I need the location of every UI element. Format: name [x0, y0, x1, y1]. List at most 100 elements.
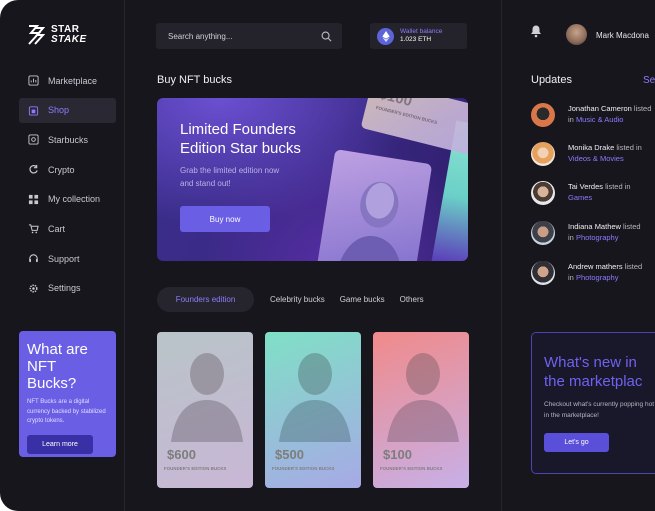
bag-icon	[28, 105, 39, 116]
grid-icon	[28, 194, 39, 205]
sidebar-item-shop[interactable]: Shop	[19, 97, 116, 123]
star-box-icon	[28, 134, 39, 145]
sidebar: STAR STAKE Marketplace Shop Starbucks Cr…	[0, 0, 125, 511]
update-verb: listed	[633, 104, 652, 113]
search-icon[interactable]	[321, 31, 332, 42]
sidebar-item-my-collection[interactable]: My collection	[19, 187, 116, 212]
nft-caption: FOUNDER'S EDITION BUCKS	[164, 466, 227, 471]
update-category[interactable]: Videos & Movies	[568, 154, 624, 163]
nft-card[interactable]: $600 FOUNDER'S EDITION BUCKS	[157, 332, 253, 488]
sidebar-item-label: My collection	[48, 194, 101, 205]
avatar	[531, 103, 555, 127]
bell-icon[interactable]	[530, 24, 542, 38]
update-text: Monika Drake listed in Videos & Movies	[568, 142, 642, 164]
learn-more-button[interactable]: Learn more	[27, 434, 93, 454]
tab-others[interactable]: Others	[400, 295, 424, 304]
whats-new-title-line1: What's new in	[544, 354, 637, 371]
sidebar-item-label: Cart	[48, 223, 66, 234]
avatar	[531, 261, 555, 285]
update-text: Jonathan Cameron listed in Music & Audio	[568, 103, 651, 125]
sidebar-item-support[interactable]: Support	[19, 246, 116, 271]
update-verb: listed	[623, 222, 641, 231]
wallet-balance[interactable]: Wallet balance 1.023 ETH	[370, 23, 467, 49]
update-text: Tai Verdes listed in Games	[568, 181, 631, 203]
hero-card-portrait	[315, 149, 433, 261]
promo-title: What are NFT Bucks?	[27, 341, 88, 392]
list-item[interactable]: Monika Drake listed in Videos & Movies	[531, 142, 642, 166]
hero-card-small: $100 FOUNDER'S EDITION BUCKS	[360, 98, 468, 155]
hero-title-line1: Limited Founders	[180, 121, 296, 138]
search-bar[interactable]	[156, 23, 342, 49]
search-input[interactable]	[168, 31, 308, 41]
avatar	[531, 181, 555, 205]
sidebar-item-label: Marketplace	[48, 75, 98, 86]
main-content: Wallet balance 1.023 ETH Buy NFT bucks $…	[126, 0, 500, 511]
updates-title: Updates	[531, 74, 572, 86]
update-user-name: Jonathan Cameron	[568, 104, 632, 113]
portrait-image	[279, 353, 351, 442]
sidebar-item-label: Support	[48, 253, 80, 264]
whats-new-title-line2: the marketplac	[544, 373, 643, 390]
hero-subtitle-line2: and stand out!	[180, 179, 231, 188]
wallet-value: 1.023 ETH	[400, 36, 432, 43]
nft-bucks-promo-card: What are NFT Bucks? NFT Bucks are a digi…	[19, 331, 116, 457]
update-verb: listed	[624, 262, 643, 271]
logo-mark-icon	[28, 25, 45, 45]
update-category[interactable]: Photography	[576, 273, 619, 282]
nft-price: $500	[275, 447, 304, 462]
sidebar-item-label: Crypto	[48, 164, 75, 175]
user-name[interactable]: Mark Macdona	[596, 31, 649, 40]
tab-celebrity-bucks[interactable]: Celebrity bucks	[270, 295, 325, 304]
cart-icon	[28, 223, 39, 234]
list-item[interactable]: Tai Verdes listed in Games	[531, 181, 631, 205]
update-category[interactable]: Music & Audio	[576, 115, 624, 124]
nft-card[interactable]: $500 FOUNDER'S EDITION BUCKS	[265, 332, 361, 488]
sidebar-nav: Marketplace Shop Starbucks Crypto My col…	[19, 68, 116, 306]
ethereum-icon	[377, 27, 394, 45]
update-text: Andrew mathers listed in Photography	[568, 261, 642, 283]
avatar[interactable]	[566, 24, 587, 45]
update-category[interactable]: Photography	[576, 233, 619, 242]
whats-new-title: What's new in the marketplac	[544, 353, 653, 391]
promo-text: NFT Bucks are a digital currency backed …	[27, 399, 106, 424]
whats-new-text: Checkout what's currently popping hot in…	[544, 401, 654, 419]
buy-now-button[interactable]: Buy now	[180, 206, 270, 232]
update-text: Indiana Mathew listed in Photography	[568, 221, 641, 243]
sidebar-item-label: Starbucks	[48, 134, 89, 145]
sidebar-item-label: Settings	[48, 283, 81, 294]
nft-caption: FOUNDER'S EDITION BUCKS	[380, 466, 443, 471]
app-window: STAR STAKE Marketplace Shop Starbucks Cr…	[0, 0, 655, 511]
sidebar-item-settings[interactable]: Settings	[19, 276, 116, 301]
update-user-name: Monika Drake	[568, 143, 615, 152]
sidebar-item-starbucks[interactable]: Starbucks	[19, 127, 116, 152]
portrait-image	[171, 353, 243, 442]
list-item[interactable]: Indiana Mathew listed in Photography	[531, 221, 641, 245]
update-user-name: Tai Verdes	[568, 182, 604, 191]
see-all-link[interactable]: Se	[643, 75, 655, 86]
sidebar-item-marketplace[interactable]: Marketplace	[19, 68, 116, 93]
tab-founders-edition[interactable]: Founders edition	[157, 287, 254, 312]
nft-price: $600	[167, 447, 196, 462]
brand-name: STAR STAKE	[51, 25, 87, 45]
headset-icon	[28, 253, 39, 264]
sidebar-item-cart[interactable]: Cart	[19, 216, 116, 241]
update-verb: listed in	[605, 182, 631, 191]
update-user-name: Andrew mathers	[568, 262, 623, 271]
list-item[interactable]: Jonathan Cameron listed in Music & Audio	[531, 103, 651, 127]
chart-icon	[28, 75, 39, 86]
update-category[interactable]: Games	[568, 193, 592, 202]
whats-new-card: What's new in the marketplac Checkout wh…	[531, 332, 655, 474]
nft-card[interactable]: $100 FOUNDER'S EDITION BUCKS	[373, 332, 469, 488]
update-user-name: Indiana Mathew	[568, 222, 621, 231]
nft-price: $100	[383, 447, 412, 462]
tab-game-bucks[interactable]: Game bucks	[340, 295, 385, 304]
hero-subtitle: Grab the limited edition now and stand o…	[180, 164, 310, 190]
sidebar-item-crypto[interactable]: Crypto	[19, 157, 116, 182]
brand-line2: STAKE	[51, 34, 87, 45]
update-in: in	[568, 233, 574, 242]
lets-go-button[interactable]: Let's go	[544, 433, 609, 452]
brand-logo[interactable]: STAR STAKE	[27, 24, 87, 46]
gear-icon	[28, 283, 39, 294]
list-item[interactable]: Andrew mathers listed in Photography	[531, 261, 642, 285]
top-actions	[530, 24, 542, 38]
